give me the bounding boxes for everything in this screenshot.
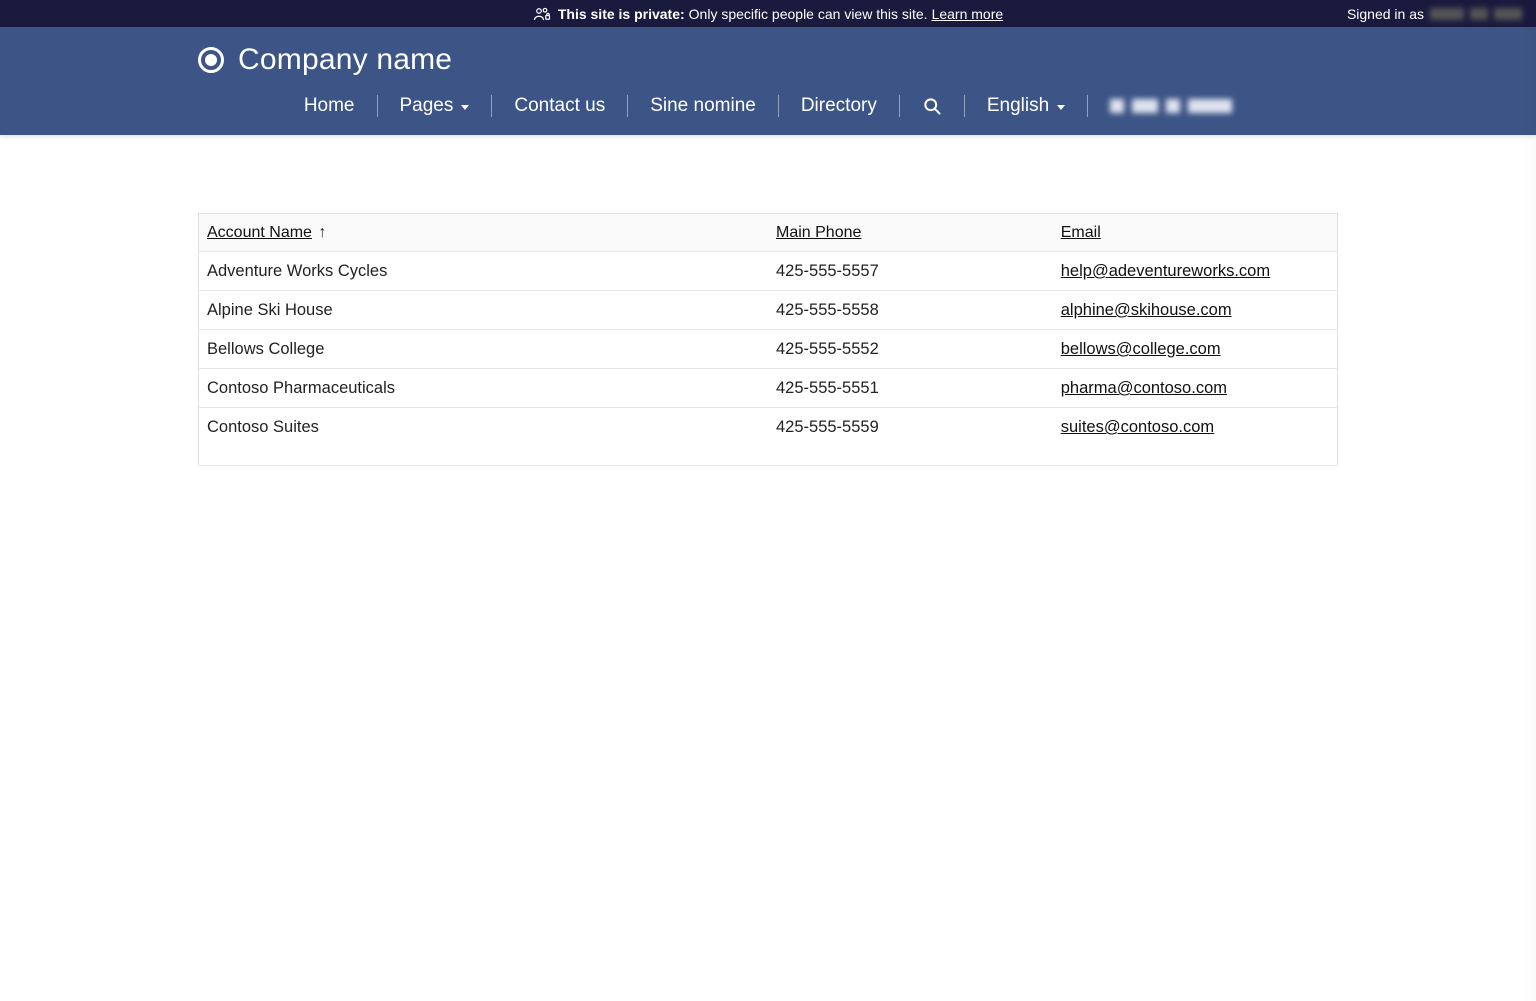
cell-phone: 425-555-5558: [768, 291, 1053, 330]
cell-email: pharma@contoso.com: [1053, 369, 1338, 408]
nav-contact-label: Contact us: [514, 95, 605, 117]
signed-in-redacted: [1494, 8, 1522, 20]
col-header-email-label: Email: [1061, 224, 1101, 241]
learn-more-link[interactable]: Learn more: [932, 6, 1004, 22]
nav-contact[interactable]: Contact us: [492, 91, 627, 121]
cell-email: help@adeventureworks.com: [1053, 252, 1338, 291]
people-lock-icon: [533, 6, 551, 22]
nav-sine-nomine[interactable]: Sine nomine: [628, 91, 778, 121]
cell-account: Contoso Suites: [199, 408, 769, 466]
email-link[interactable]: bellows@college.com: [1061, 340, 1221, 358]
nav-user-blurred: [1110, 99, 1232, 113]
nav-home[interactable]: Home: [282, 91, 377, 121]
cell-phone: 425-555-5559: [768, 408, 1053, 466]
signed-in-label: Signed in as: [1347, 6, 1424, 22]
nav-directory-label: Directory: [801, 95, 877, 117]
table-header-row: Account Name ↑ Main Phone Email: [199, 214, 1338, 252]
banner-bold-text: This site is private:: [558, 6, 685, 22]
table-row: Alpine Ski House 425-555-5558 alphine@sk…: [199, 291, 1338, 330]
col-header-email[interactable]: Email: [1053, 214, 1338, 252]
nav-directory[interactable]: Directory: [779, 91, 899, 121]
email-link[interactable]: help@adeventureworks.com: [1061, 262, 1270, 280]
table-body: Adventure Works Cycles 425-555-5557 help…: [199, 252, 1338, 466]
col-header-account[interactable]: Account Name ↑: [199, 214, 769, 252]
cell-account: Bellows College: [199, 330, 769, 369]
table-row: Adventure Works Cycles 425-555-5557 help…: [199, 252, 1338, 291]
email-link[interactable]: pharma@contoso.com: [1061, 379, 1227, 397]
nav-language-label: English: [987, 95, 1049, 117]
nav-search[interactable]: [900, 92, 964, 120]
search-icon: [922, 96, 942, 116]
table-row: Bellows College 425-555-5552 bellows@col…: [199, 330, 1338, 369]
signed-in-redacted: [1470, 8, 1488, 20]
cell-account: Alpine Ski House: [199, 291, 769, 330]
brand-title: Company name: [238, 43, 452, 77]
nav-user-redacted[interactable]: [1088, 95, 1254, 117]
email-link[interactable]: suites@contoso.com: [1061, 418, 1214, 436]
cell-phone: 425-555-5557: [768, 252, 1053, 291]
banner-text: Only specific people can view this site.: [689, 6, 928, 22]
signed-in-redacted: [1430, 8, 1464, 20]
banner-center: This site is private: Only specific peop…: [533, 6, 1003, 22]
cell-account: Adventure Works Cycles: [199, 252, 769, 291]
col-header-phone[interactable]: Main Phone: [768, 214, 1053, 252]
nav-pages[interactable]: Pages: [378, 91, 492, 121]
nav-sine-label: Sine nomine: [650, 95, 756, 117]
accounts-table: Account Name ↑ Main Phone Email Adventur…: [198, 213, 1338, 466]
brand-logo-icon: [198, 47, 224, 73]
brand-row: Company name: [198, 43, 1338, 91]
site-header: Company name Home Pages Contact us Sine …: [0, 27, 1536, 135]
private-site-banner: This site is private: Only specific peop…: [0, 0, 1536, 27]
cell-email: alphine@skihouse.com: [1053, 291, 1338, 330]
chevron-down-icon: [1057, 105, 1065, 110]
cell-phone: 425-555-5552: [768, 330, 1053, 369]
cell-email: bellows@college.com: [1053, 330, 1338, 369]
cell-email: suites@contoso.com: [1053, 408, 1338, 466]
table-row: Contoso Pharmaceuticals 425-555-5551 pha…: [199, 369, 1338, 408]
cell-phone: 425-555-5551: [768, 369, 1053, 408]
col-header-account-label: Account Name: [207, 224, 312, 241]
nav-home-label: Home: [304, 95, 355, 117]
primary-nav: Home Pages Contact us Sine nomine Direct…: [198, 91, 1338, 135]
chevron-down-icon: [461, 105, 469, 110]
col-header-phone-label: Main Phone: [776, 224, 861, 241]
email-link[interactable]: alphine@skihouse.com: [1061, 301, 1232, 319]
cell-account: Contoso Pharmaceuticals: [199, 369, 769, 408]
sort-ascending-icon: ↑: [318, 224, 326, 241]
scrollbar[interactable]: [1522, 0, 1536, 1001]
nav-pages-label: Pages: [400, 95, 454, 117]
banner-signed-in: Signed in as: [1347, 0, 1522, 27]
table-row: Contoso Suites 425-555-5559 suites@conto…: [199, 408, 1338, 466]
main-content: Account Name ↑ Main Phone Email Adventur…: [178, 135, 1358, 506]
nav-language[interactable]: English: [965, 91, 1087, 121]
